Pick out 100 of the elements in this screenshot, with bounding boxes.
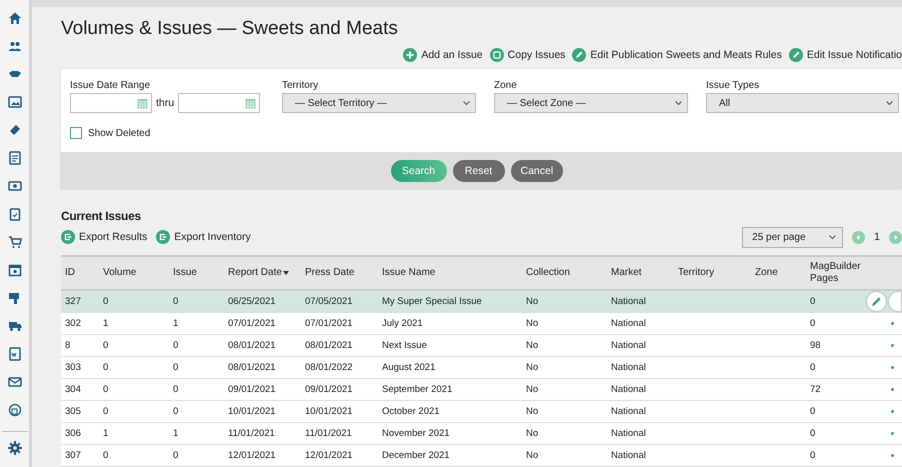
edit-button[interactable] (867, 292, 886, 311)
table-cell: August 2021 (382, 362, 436, 373)
document-icon[interactable] (8, 151, 22, 165)
row-menu-icon[interactable] (891, 388, 894, 391)
table-cell: National (611, 362, 646, 373)
table-cell: 306 (65, 428, 81, 439)
table-row[interactable]: 327 0 0 06/25/2021 07/05/2021 My Super Special Issue No National 0 (61, 291, 902, 313)
row-menu-icon[interactable] (891, 366, 894, 369)
table-cell: 0 (810, 450, 816, 461)
table-cell: My Super Special Issue (382, 296, 482, 307)
row-menu-icon[interactable] (891, 432, 894, 435)
table-cell: 327 (65, 296, 81, 307)
action-link[interactable]: Edit Publication Sweets and Meats Rules (572, 48, 782, 62)
column-header[interactable]: Volume (99, 266, 169, 280)
export-icon (156, 230, 170, 244)
table-cell: 0 (173, 406, 178, 417)
field-label: Issue Date Range (70, 80, 152, 91)
table-row[interactable]: 307 0 0 12/01/2021 12/01/2021 December 2021 No National 0 (61, 445, 902, 467)
column-header[interactable]: Territory (674, 266, 751, 280)
pencil-icon (572, 48, 586, 62)
chevron-down-icon (829, 234, 836, 240)
filter-button[interactable]: Cancel (510, 160, 562, 182)
users-icon[interactable] (8, 39, 22, 53)
field-label: Territory (282, 80, 320, 91)
table-cell: National (611, 384, 646, 395)
table-cell: No (526, 362, 538, 373)
per-page-select[interactable]: 25 per page (742, 226, 844, 248)
export-link[interactable]: Export Inventory (156, 230, 251, 244)
home-icon[interactable] (8, 11, 22, 25)
table-cell: 305 (65, 406, 81, 417)
table-cell: 0 (103, 384, 108, 395)
select-field[interactable]: — Select Territory — (282, 93, 476, 113)
signpost-icon[interactable] (8, 291, 22, 305)
table-row[interactable]: 305 0 0 10/01/2021 10/01/2021 October 2021 No National 0 (61, 401, 902, 423)
calendar-icon[interactable] (8, 263, 22, 277)
table-cell: 1 (173, 318, 178, 329)
table-row[interactable]: 304 0 0 09/01/2021 09/01/2021 September 2021 No National 72 (61, 379, 902, 401)
table-cell: 302 (65, 318, 81, 329)
table-cell: No (526, 318, 538, 329)
column-header[interactable]: Collection (522, 266, 607, 280)
table-cell: No (526, 384, 538, 395)
cash-icon[interactable] (8, 179, 22, 193)
cart-icon[interactable] (8, 235, 22, 249)
row-menu-icon[interactable] (891, 344, 894, 347)
row-menu-icon[interactable] (891, 454, 894, 457)
row-menu-icon[interactable] (891, 322, 894, 325)
pencil-icon (788, 48, 803, 62)
truck-icon[interactable] (8, 319, 22, 333)
column-header[interactable]: MagBuilder Pages (806, 260, 862, 286)
table-cell: 304 (65, 384, 81, 395)
column-header[interactable]: Issue Name (378, 266, 522, 280)
page-number: 1 (874, 231, 880, 243)
table-cell: National (611, 450, 646, 461)
image-icon[interactable] (8, 95, 22, 109)
table-cell: November 2021 (382, 428, 450, 439)
table-cell: October 2021 (382, 406, 440, 417)
mail-icon[interactable] (8, 375, 22, 389)
table-row[interactable]: 302 1 1 07/01/2021 07/01/2021 July 2021 No National 0 (61, 313, 902, 335)
clipboard-icon[interactable] (8, 207, 22, 221)
table-cell: 0 (103, 362, 108, 373)
table-cell: 07/05/2021 (305, 296, 353, 307)
table-cell: Next Issue (382, 340, 427, 351)
table-cell: 0 (173, 296, 178, 307)
table-cell: National (611, 406, 646, 417)
table-cell: 06/25/2021 (228, 296, 276, 307)
table-row[interactable]: 8 0 0 08/01/2021 08/01/2021 Next Issue No National 98 (61, 335, 902, 357)
table-cell: 12/01/2021 (228, 450, 276, 461)
row-menu-icon[interactable] (891, 410, 894, 413)
column-header[interactable]: Market (607, 266, 674, 280)
table-cell: 11/01/2021 (228, 428, 275, 439)
column-header[interactable]: ID (61, 266, 99, 280)
table-cell: 0 (810, 296, 816, 307)
table-cell: 307 (65, 450, 81, 461)
action-link[interactable]: Edit Issue Notificatio (788, 48, 902, 62)
select-field[interactable]: — Select Zone — (494, 93, 688, 113)
column-header[interactable]: Report Date (224, 266, 301, 280)
start-date-field[interactable] (70, 93, 152, 113)
table-cell: 1 (103, 318, 108, 329)
table-row[interactable]: 306 1 1 11/01/2021 11/01/2021 November 2021 No National 0 (61, 423, 902, 445)
column-header[interactable]: Press Date (301, 266, 378, 280)
settings-icon[interactable] (8, 441, 22, 455)
filter-button[interactable]: Reset (452, 160, 504, 182)
export-link[interactable]: Export Results (61, 230, 148, 244)
end-date-field[interactable] (178, 93, 260, 113)
table-cell: 08/01/2021 (228, 340, 276, 351)
form-document-icon[interactable] (8, 347, 22, 361)
column-header[interactable]: Zone (751, 266, 806, 280)
action-link[interactable]: Add an Issue (403, 48, 483, 62)
action-link[interactable]: Copy Issues (490, 48, 566, 62)
table-cell: 11/01/2021 (305, 428, 352, 439)
table-cell: No (526, 428, 538, 439)
select-field[interactable]: All (706, 93, 899, 113)
table-cell: National (611, 428, 646, 439)
show-deleted-checkbox[interactable]: Show Deleted (70, 127, 150, 139)
table-cell: 07/01/2021 (228, 318, 276, 329)
table-cell: National (611, 296, 646, 307)
table-cell: 08/01/2021 (305, 340, 353, 351)
column-header[interactable]: Issue (169, 266, 224, 280)
table-cell: 98 (810, 340, 821, 351)
table-row[interactable]: 303 0 0 08/01/2021 08/01/2022 August 2021 No National 0 (61, 357, 902, 379)
